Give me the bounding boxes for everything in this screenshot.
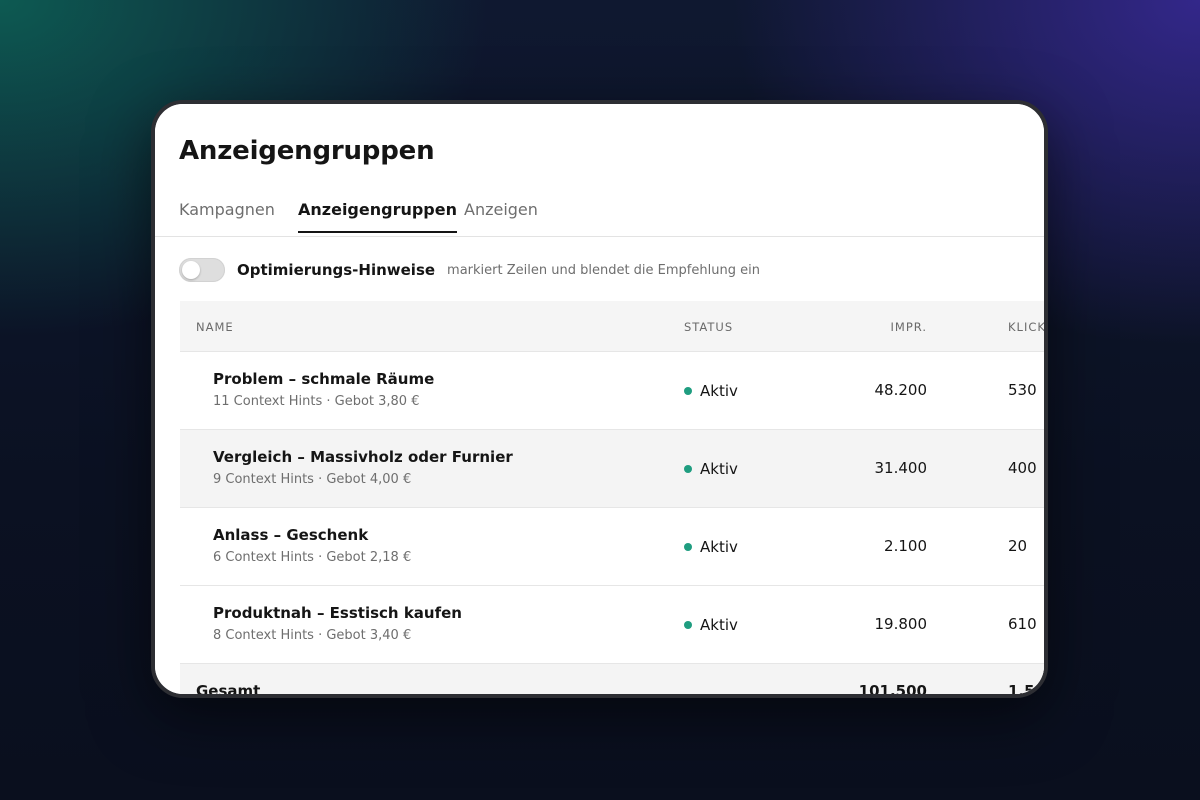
status-badge: Aktiv: [700, 616, 738, 634]
column-header-status[interactable]: STATUS: [684, 320, 733, 334]
optimization-hints-toggle[interactable]: [179, 258, 225, 282]
tab-bar: Kampagnen Anzeigengruppen Anzeigen: [155, 196, 1044, 237]
status-badge: Aktiv: [700, 382, 738, 400]
impressions-cell: 48.200: [874, 381, 928, 399]
ad-group-name[interactable]: Vergleich – Massivholz oder Furnier: [213, 448, 513, 466]
status-cell: Aktiv: [684, 538, 738, 556]
ad-group-name[interactable]: Problem – schmale Räume: [213, 370, 434, 388]
total-clicks: 1.560: [1008, 682, 1045, 694]
total-label: Gesamt: [196, 682, 261, 694]
table-row[interactable]: Produktnah – Esstisch kaufen 8 Context H…: [180, 586, 1044, 664]
impressions-cell: 19.800: [874, 615, 928, 633]
status-cell: Aktiv: [684, 460, 738, 478]
ad-group-meta: 6 Context Hints · Gebot 2,18 €: [213, 550, 412, 565]
ad-group-name-cell: Produktnah – Esstisch kaufen 8 Context H…: [213, 604, 462, 643]
status-dot-icon: [684, 387, 692, 395]
table-total-row: Gesamt 101.500 1.560: [180, 664, 1045, 694]
clicks-cell: 610: [1008, 615, 1037, 633]
toggle-knob: [182, 261, 200, 279]
status-cell: Aktiv: [684, 616, 738, 634]
column-header-name[interactable]: NAME: [196, 320, 234, 334]
tab-anzeigengruppen[interactable]: Anzeigengruppen: [298, 200, 457, 233]
table-row[interactable]: Anlass – Geschenk 6 Context Hints · Gebo…: [180, 508, 1044, 586]
ad-group-meta: 8 Context Hints · Gebot 3,40 €: [213, 628, 412, 643]
status-badge: Aktiv: [700, 460, 738, 478]
status-badge: Aktiv: [700, 538, 738, 556]
column-header-impressions[interactable]: IMPR.: [780, 320, 927, 334]
ad-group-name-cell: Vergleich – Massivholz oder Furnier 9 Co…: [213, 448, 513, 487]
table-row[interactable]: Vergleich – Massivholz oder Furnier 9 Co…: [180, 430, 1044, 508]
status-dot-icon: [684, 543, 692, 551]
ad-group-meta: 9 Context Hints · Gebot 4,00 €: [213, 472, 412, 487]
tab-anzeigen[interactable]: Anzeigen: [464, 200, 538, 231]
column-header-clicks[interactable]: KLICKS: [1008, 320, 1044, 334]
table-row[interactable]: Problem – schmale Räume 11 Context Hints…: [180, 352, 1044, 430]
ad-group-name-cell: Problem – schmale Räume 11 Context Hints…: [213, 370, 434, 409]
clicks-cell: 20: [1008, 537, 1028, 555]
status-dot-icon: [684, 465, 692, 473]
tab-kampagnen[interactable]: Kampagnen: [179, 200, 275, 231]
optimization-hint-row: Optimierungs-Hinweise markiert Zeilen un…: [179, 256, 760, 284]
clicks-cell: 400: [1008, 459, 1037, 477]
tablet-frame: Anzeigengruppen Kampagnen Anzeigengruppe…: [151, 100, 1048, 698]
total-impressions: 101.500: [858, 682, 927, 694]
clicks-cell: 530: [1008, 381, 1037, 399]
app-screen: Anzeigengruppen Kampagnen Anzeigengruppe…: [155, 104, 1045, 694]
page-title: Anzeigengruppen: [179, 136, 435, 166]
table-header: NAME STATUS IMPR. KLICKS: [180, 301, 1044, 352]
optimization-hints-description: markiert Zeilen und blendet die Empfehlu…: [447, 262, 760, 278]
optimization-hints-label: Optimierungs-Hinweise: [237, 261, 436, 279]
impressions-cell: 31.400: [874, 459, 928, 477]
status-cell: Aktiv: [684, 382, 738, 400]
ad-groups-table: NAME STATUS IMPR. KLICKS Problem – schma…: [180, 301, 1045, 694]
ad-group-meta: 11 Context Hints · Gebot 3,80 €: [213, 394, 420, 409]
status-dot-icon: [684, 621, 692, 629]
ad-group-name[interactable]: Anlass – Geschenk: [213, 526, 411, 544]
ad-group-name[interactable]: Produktnah – Esstisch kaufen: [213, 604, 462, 622]
impressions-cell: 2.100: [884, 537, 927, 555]
ad-group-name-cell: Anlass – Geschenk 6 Context Hints · Gebo…: [213, 526, 411, 565]
